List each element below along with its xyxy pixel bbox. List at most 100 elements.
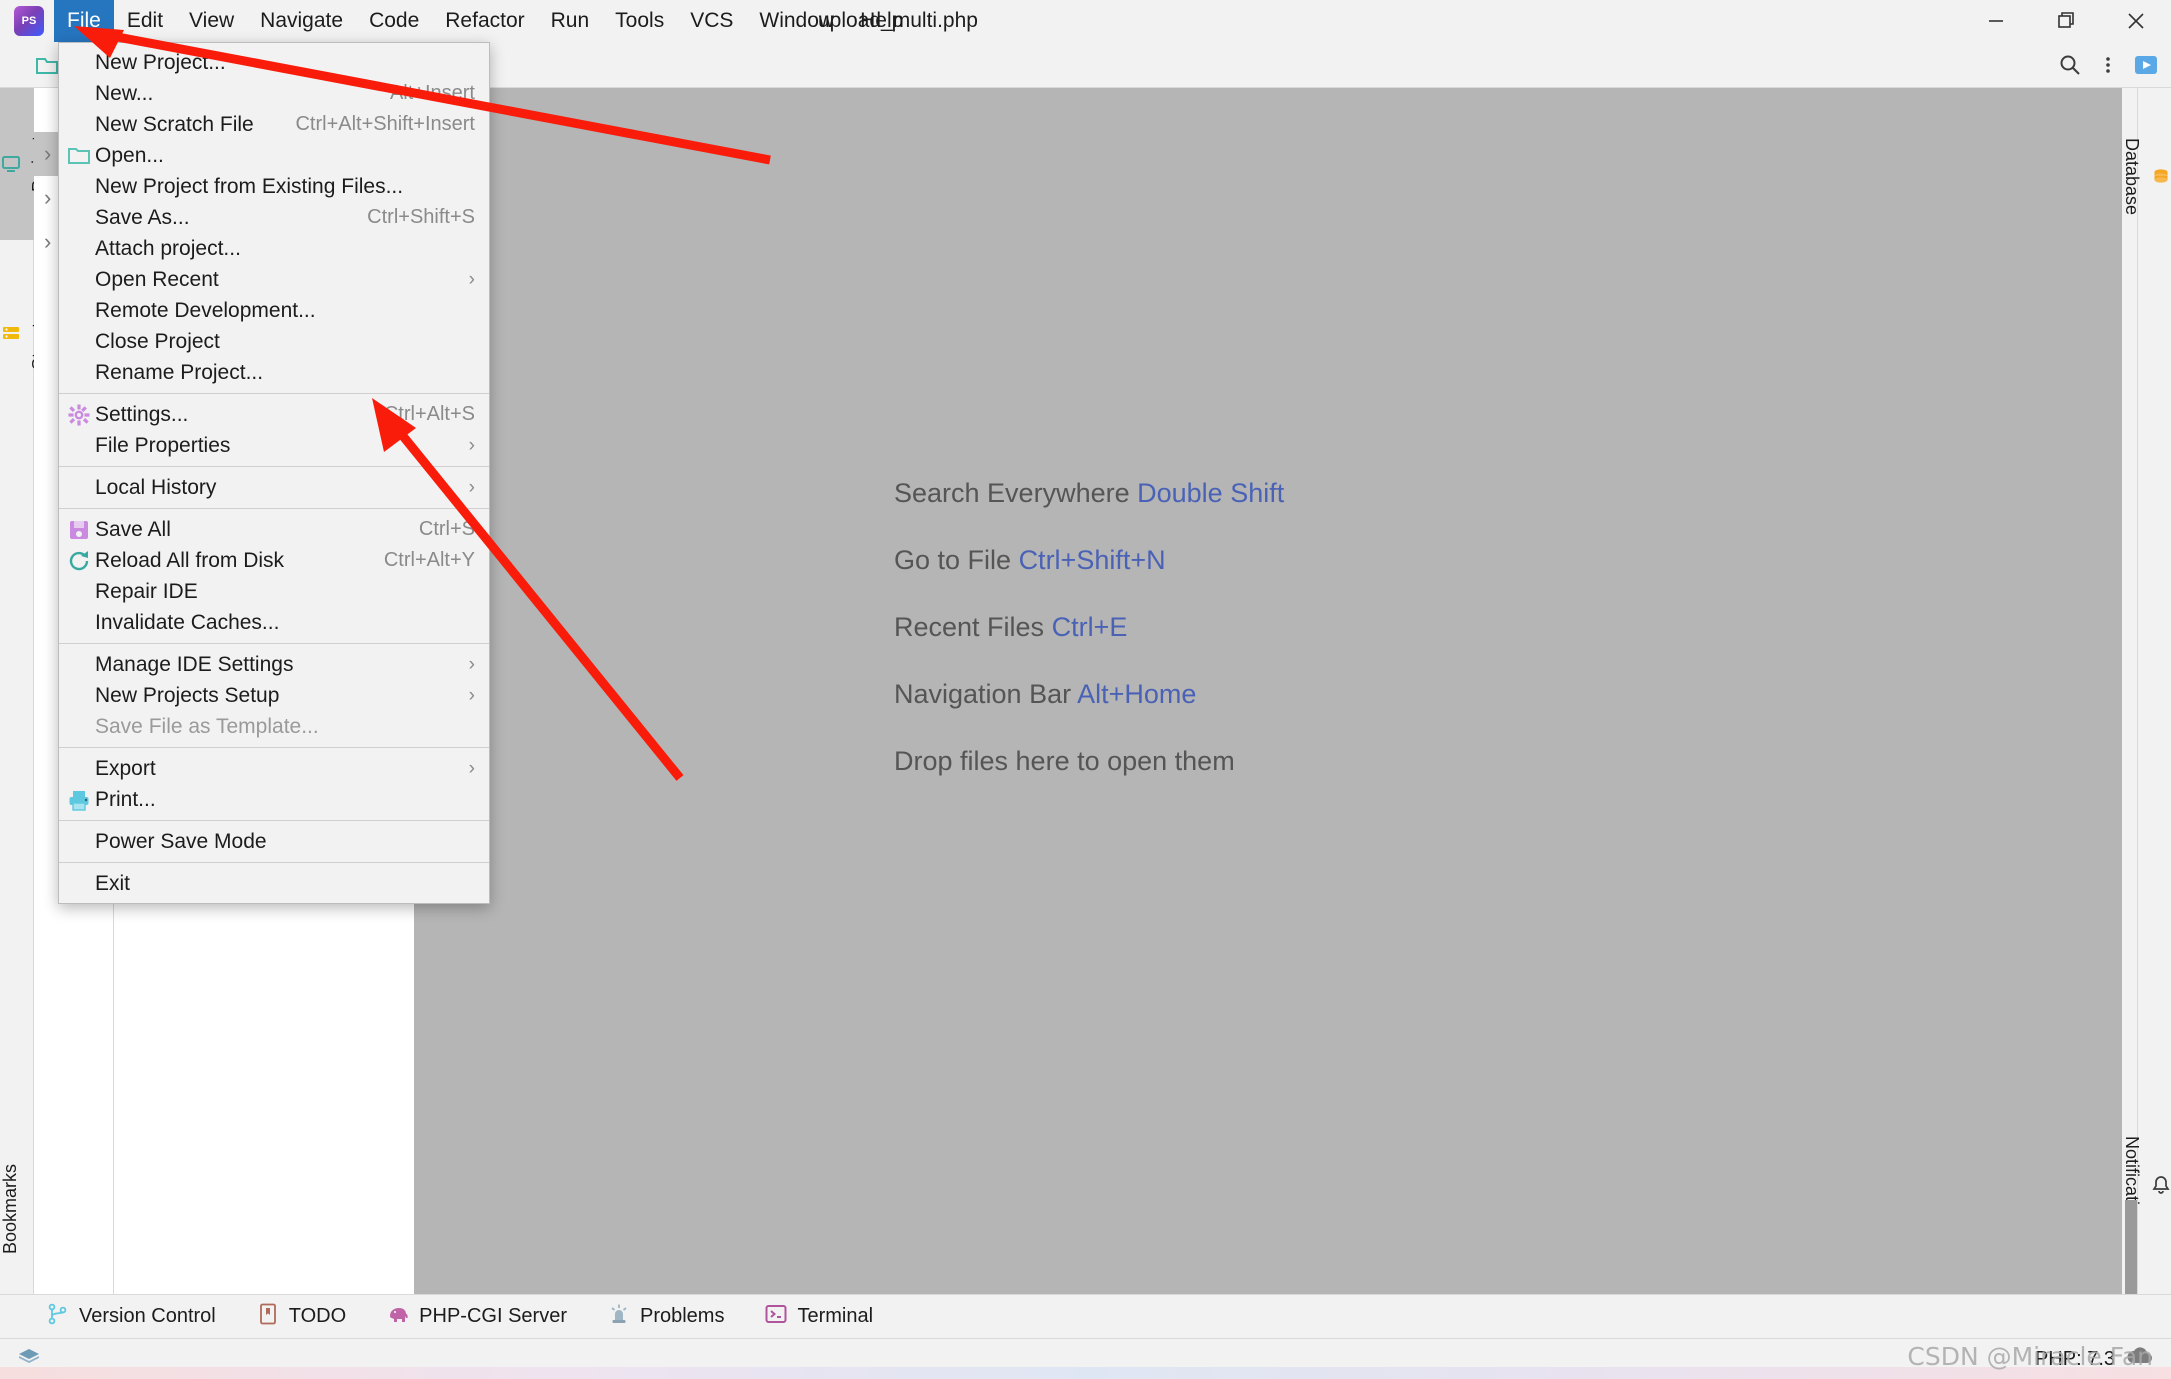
menu-item-label: Open Recent <box>95 267 219 291</box>
menu-bar-item-edit[interactable]: Edit <box>114 0 176 42</box>
hint-shortcut: Double Shift <box>1137 478 1285 508</box>
menu-export[interactable]: Export › <box>59 753 489 784</box>
menu-item-label: New Project from Existing Files... <box>95 174 404 198</box>
menu-item-label: File Properties <box>95 433 231 457</box>
menu-new-project[interactable]: New Project... <box>59 47 489 78</box>
maximize-button[interactable] <box>2031 0 2101 42</box>
menu-bar-item-label: Code <box>369 9 420 32</box>
menu-bar-item-refactor[interactable]: Refactor <box>432 0 537 42</box>
tool-window-bar: Version Control TODO PHP-CGI Server Problem… <box>0 1294 2171 1338</box>
menu-bar-item-label: VCS <box>690 9 734 32</box>
window-controls <box>1961 0 2171 42</box>
file-menu-dropdown[interactable]: New Project... New... Alt+Insert New Scratc… <box>58 42 490 904</box>
menu-item-shortcut: Ctrl+S <box>418 518 475 540</box>
folder-icon <box>67 144 91 168</box>
database-icon <box>2150 167 2171 187</box>
menu-new-project-from-existing-files[interactable]: New Project from Existing Files... <box>59 171 489 202</box>
menu-separator <box>59 643 489 644</box>
menu-separator <box>59 747 489 748</box>
printer-icon <box>67 788 91 812</box>
hint-label: Search Everywhere <box>894 478 1130 508</box>
tool-window-notifications[interactable]: Notifications <box>2122 1070 2171 1300</box>
menu-item-label: New... <box>95 81 154 105</box>
phpstorm-window: PS File Edit View Navigate Code Refactor Run To… <box>0 0 2171 1379</box>
menu-new[interactable]: New... Alt+Insert <box>59 78 489 109</box>
hint-label: Navigation Bar <box>894 679 1072 709</box>
menu-bar[interactable]: File Edit View Navigate Code Refactor Run Tools… <box>54 0 916 42</box>
hint-shortcut: Alt+Home <box>1077 679 1197 709</box>
tool-window-bookmarks-label: Bookmarks <box>0 1163 20 1255</box>
menu-bar-item-run[interactable]: Run <box>538 0 603 42</box>
menu-bar-item-code[interactable]: Code <box>356 0 432 42</box>
menu-bar-item-tools[interactable]: Tools <box>602 0 677 42</box>
menu-item-label: Export <box>95 756 156 780</box>
menu-item-shortcut: Ctrl+Shift+S <box>367 206 475 228</box>
chevron-right-icon: › <box>468 653 475 675</box>
chevron-right-icon: › <box>468 268 475 290</box>
tool-window-label: Version Control <box>79 1305 216 1327</box>
search-icon[interactable] <box>2053 48 2087 82</box>
monitor-icon <box>0 154 21 174</box>
menu-manage-ide-settings[interactable]: Manage IDE Settings › <box>59 649 489 680</box>
hint-shortcut: Ctrl+Shift+N <box>1018 545 1166 575</box>
menu-item-label: Exit <box>95 871 131 895</box>
more-vertical-icon[interactable] <box>2091 48 2125 82</box>
menu-new-projects-setup[interactable]: New Projects Setup › <box>59 680 489 711</box>
menu-file-properties[interactable]: File Properties › <box>59 430 489 461</box>
menu-separator <box>59 508 489 509</box>
menu-open-recent[interactable]: Open Recent › <box>59 264 489 295</box>
menu-reload-all-from-disk[interactable]: Reload All from Disk Ctrl+Alt+Y <box>59 545 489 576</box>
tool-window-database-label: Database <box>2122 138 2142 216</box>
tool-window-structure[interactable]: Structure <box>0 248 49 418</box>
menu-separator <box>59 862 489 863</box>
bell-icon <box>2150 1175 2171 1195</box>
toolwin-problems[interactable]: Problems <box>607 1302 724 1332</box>
menu-save-as[interactable]: Save As... Ctrl+Shift+S <box>59 202 489 233</box>
menu-repair-ide[interactable]: Repair IDE <box>59 576 489 607</box>
menu-item-label: Save As... <box>95 205 190 229</box>
window-title: upload_multi.php <box>818 9 978 32</box>
menu-item-label: Rename Project... <box>95 360 264 384</box>
menu-local-history[interactable]: Local History › <box>59 472 489 503</box>
editor-empty-area[interactable]: Search Everywhere Double Shift Go to File… <box>414 88 2122 1294</box>
menu-bar-item-view[interactable]: View <box>176 0 247 42</box>
toolwin-php-cgi-server[interactable]: PHP-CGI Server <box>386 1302 567 1332</box>
minimize-button[interactable] <box>1961 0 2031 42</box>
menu-bar-item-navigate[interactable]: Navigate <box>247 0 356 42</box>
menu-bar-item-label: File <box>67 9 101 32</box>
menu-settings[interactable]: Settings... Ctrl+Alt+S <box>59 399 489 430</box>
tool-window-bookmarks[interactable]: Bookmarks <box>0 1114 45 1304</box>
tool-window-database[interactable]: Database <box>2122 92 2171 262</box>
menu-item-label: Reload All from Disk <box>95 548 285 572</box>
toolwin-terminal[interactable]: Terminal <box>764 1302 873 1332</box>
menu-bar-item-file[interactable]: File <box>54 0 114 42</box>
close-button[interactable] <box>2101 0 2171 42</box>
menu-save-all[interactable]: Save All Ctrl+S <box>59 514 489 545</box>
toolwin-version-control[interactable]: Version Control <box>46 1302 216 1332</box>
menu-attach-project[interactable]: Attach project... <box>59 233 489 264</box>
menu-item-label: Attach project... <box>95 236 241 260</box>
gear-icon <box>67 403 91 427</box>
run-anything-icon[interactable] <box>2129 48 2163 82</box>
menu-rename-project[interactable]: Rename Project... <box>59 357 489 388</box>
menu-bar-item-label: Run <box>550 9 590 32</box>
menu-new-scratch-file[interactable]: New Scratch File Ctrl+Alt+Shift+Insert <box>59 109 489 140</box>
menu-remote-development[interactable]: Remote Development... <box>59 295 489 326</box>
menu-item-label: New Scratch File <box>95 112 254 136</box>
phpstorm-logo-icon: PS <box>14 6 44 36</box>
menu-power-save-mode[interactable]: Power Save Mode <box>59 826 489 857</box>
tool-window-label: Problems <box>639 1305 725 1327</box>
menu-bar-item-vcs[interactable]: VCS <box>677 0 746 42</box>
menu-exit[interactable]: Exit <box>59 868 489 899</box>
menu-close-project[interactable]: Close Project <box>59 326 489 357</box>
menu-print[interactable]: Print... <box>59 784 489 815</box>
hint-go-to-file: Go to File Ctrl+Shift+N <box>894 545 1284 576</box>
tool-window-project[interactable]: Project <box>0 88 49 240</box>
right-tool-strip: Database Notifications <box>2122 88 2171 1314</box>
tool-window-label: Terminal <box>797 1305 874 1327</box>
toolwin-todo[interactable]: TODO <box>256 1302 346 1332</box>
menu-open[interactable]: Open... <box>59 140 489 171</box>
menu-invalidate-caches[interactable]: Invalidate Caches... <box>59 607 489 638</box>
menu-bar-item-label: Refactor <box>445 9 525 32</box>
menu-separator <box>59 820 489 821</box>
